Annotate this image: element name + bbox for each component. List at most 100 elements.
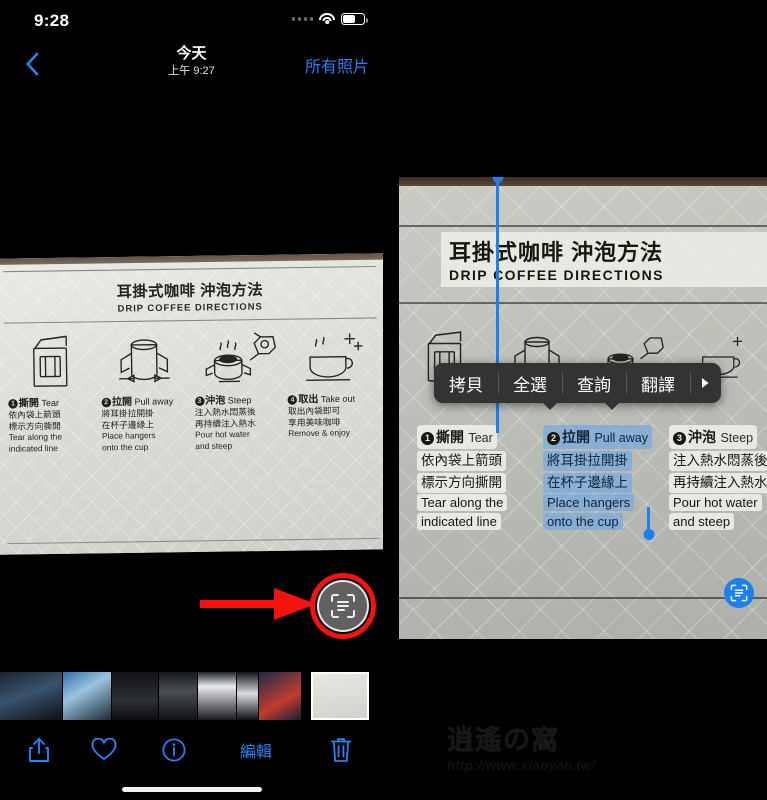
menu-tail-center <box>604 402 620 410</box>
thumb-2[interactable] <box>63 672 111 720</box>
step-head-zh-1-zoomed: 撕開 <box>436 429 464 445</box>
step-number-3-zoomed: 3 <box>673 432 686 445</box>
thumb-3[interactable] <box>112 672 158 720</box>
live-text-scan-icon <box>730 584 748 602</box>
all-photos-button[interactable]: 所有照片 <box>305 53 369 77</box>
menu-item-copy[interactable]: 拷貝 <box>434 363 498 403</box>
pull-hangers-icon <box>100 327 188 389</box>
steps-row: 1 撕開 Tear 依內袋上箭頭 標示方向撕開 Tear along the in… <box>4 325 378 455</box>
info-button[interactable] <box>145 730 203 770</box>
steps-row-zoomed: 1 撕開 Tear 依內袋上箭頭 標示方向撕開 Tear along the in… <box>417 425 767 531</box>
step-zh-2-0-zoomed: 將耳掛拉開掛 <box>543 451 632 471</box>
box-top-edge-zoomed <box>399 177 767 186</box>
info-circle-icon <box>162 738 186 762</box>
instruction-card: 耳掛式咖啡 沖泡方法 DRIP COFFEE DIRECTIONS 1 撕開 T… <box>3 265 380 548</box>
step-en-2-0-zoomed: Place hangers <box>543 494 635 511</box>
trash-icon <box>330 738 352 762</box>
step-head-en-3: Steep <box>227 394 252 406</box>
step-en-4-0: Remove & enjoy <box>288 428 350 439</box>
share-button[interactable] <box>10 730 68 770</box>
thumb-1[interactable] <box>0 672 62 720</box>
thumb-4[interactable] <box>159 672 197 720</box>
thumb-8-selected[interactable] <box>311 672 369 720</box>
divider-bottom-zoomed <box>399 597 767 599</box>
live-text-scan-button[interactable] <box>317 580 369 632</box>
screenshot-stage: 9:28 今天 上午 9:27 所有照片 耳掛式咖啡 沖泡方法 DRIP COF… <box>0 0 767 800</box>
step-head-en-1: Tear <box>41 397 60 409</box>
step-4: 4 取出 Take out 取出內袋即可 享用美味咖啡 Remove & enjo… <box>284 325 379 451</box>
status-indicators <box>291 13 368 25</box>
step-en-2-1: onto the cup <box>101 442 149 453</box>
step-en-3-1-zoomed: and steep <box>669 513 735 530</box>
photo-viewer[interactable]: 耳掛式咖啡 沖泡方法 DRIP COFFEE DIRECTIONS 1 撕開 T… <box>0 88 383 658</box>
step-2-zoomed-selected[interactable]: 2 拉開 Pull away 將耳掛拉開掛 在杯子邊緣上 Place hanger… <box>543 425 661 531</box>
heart-icon <box>91 738 117 761</box>
edit-button[interactable]: 編輯 <box>220 730 292 770</box>
step-head-en-2: Pull away <box>134 395 174 407</box>
photo-image-zoomed[interactable]: 耳掛式咖啡 沖泡方法 DRIP COFFEE DIRECTIONS 1 撕開 T… <box>399 177 767 639</box>
thumbnail-strip[interactable] <box>0 672 383 720</box>
step-head-1: 1 撕開 Tear <box>8 394 95 410</box>
divider-mid-zoomed <box>399 302 767 304</box>
photo-toolbar: 編輯 <box>0 722 383 778</box>
step-head-4: 4 取出 Take out <box>287 390 375 406</box>
watermark: 逍遙の窩 http://www.xiaoyao.tw/ <box>447 718 667 773</box>
step-number-1: 1 <box>8 399 18 409</box>
thumb-5[interactable] <box>198 672 236 720</box>
chevron-right-icon[interactable] <box>690 363 721 403</box>
step-head-1-zoomed: 1 撕開 Tear <box>417 425 497 449</box>
kettle-pour-icon <box>194 326 282 388</box>
step-en-3-1: and steep <box>195 441 233 452</box>
divider-mid <box>3 317 377 324</box>
coffee-sachet-icon <box>7 329 95 391</box>
selection-handle-knob-end[interactable] <box>643 529 654 540</box>
live-text-scan-button-active[interactable] <box>724 578 754 608</box>
text-selection-context-menu[interactable]: 拷貝 全選 查詢 翻譯 <box>434 363 721 410</box>
instruction-title: 耳掛式咖啡 沖泡方法 DRIP COFFEE DIRECTIONS <box>3 276 376 315</box>
photo-image[interactable]: 耳掛式咖啡 沖泡方法 DRIP COFFEE DIRECTIONS 1 撕開 T… <box>0 253 383 555</box>
step-head-zh-3-zoomed: 沖泡 <box>688 429 716 445</box>
step-number-1-zoomed: 1 <box>421 432 434 445</box>
phone-panel-right: 耳掛式咖啡 沖泡方法 DRIP COFFEE DIRECTIONS 1 撕開 T… <box>399 0 767 800</box>
menu-item-look-up[interactable]: 查詢 <box>562 363 626 403</box>
selection-handle-end[interactable] <box>643 507 654 540</box>
thumb-7[interactable] <box>259 672 301 720</box>
step-en-1-1-zoomed: indicated line <box>417 513 501 530</box>
divider-bottom <box>7 537 380 545</box>
step-en-2-1-zoomed: onto the cup <box>543 513 623 530</box>
red-arrow-right-icon <box>200 586 318 622</box>
step-en-1-1: indicated line <box>8 443 58 454</box>
divider-top-zoomed <box>399 225 767 227</box>
step-number-3: 3 <box>194 396 205 407</box>
navigation-bar: 今天 上午 9:27 所有照片 <box>0 40 383 88</box>
step-number-2: 2 <box>101 397 111 408</box>
favorite-button[interactable] <box>75 730 133 770</box>
step-1-zoomed[interactable]: 1 撕開 Tear 依內袋上箭頭 標示方向撕開 Tear along the in… <box>417 425 535 531</box>
status-bar: 9:28 <box>0 0 383 40</box>
step-zh-2-1-zoomed: 在杯子邊緣上 <box>543 473 632 493</box>
live-text-scan-icon <box>331 594 355 618</box>
step-en-1-0-zoomed: Tear along the <box>417 494 508 511</box>
step-3-zoomed[interactable]: 3 沖泡 Steep 注入熱水悶蒸後 再持續注入熱水 Pour hot water… <box>669 425 767 531</box>
menu-item-select-all[interactable]: 全選 <box>498 363 562 403</box>
wifi-icon <box>319 13 335 25</box>
instruction-title-zoomed: 耳掛式咖啡 沖泡方法 DRIP COFFEE DIRECTIONS <box>441 232 767 287</box>
step-head-zh-4: 取出 <box>298 393 319 406</box>
step-head-2: 2 拉開 Pull away <box>101 392 188 408</box>
step-2: 2 拉開 Pull away 將耳掛拉開掛 在杯子邊緣上 Place hanger… <box>97 327 192 453</box>
menu-item-translate[interactable]: 翻譯 <box>626 363 690 403</box>
step-zh-1-0-zoomed: 依內袋上箭頭 <box>417 451 506 471</box>
thumb-6[interactable] <box>237 672 258 720</box>
delete-button[interactable] <box>312 730 370 770</box>
battery-icon <box>341 13 368 25</box>
step-zh-3-0-zoomed: 注入熱水悶蒸後 <box>669 451 767 471</box>
step-number-4: 4 <box>287 395 298 405</box>
step-head-zh-1: 撕開 <box>18 397 39 410</box>
step-1: 1 撕開 Tear 依內袋上箭頭 標示方向撕開 Tear along the in… <box>4 329 99 455</box>
step-head-en-2-zoomed: Pull away <box>594 431 648 445</box>
step-head-zh-2-zoomed: 拉開 <box>562 429 590 445</box>
phone-panel-left: 9:28 今天 上午 9:27 所有照片 耳掛式咖啡 沖泡方法 DRIP COF… <box>0 0 383 800</box>
watermark-mark: 逍遙の窩 <box>447 725 559 755</box>
step-3: 3 沖泡 Steep 注入熱水悶蒸後 再持續注入熱水 Pour hot water… <box>190 326 285 452</box>
coffee-cup-sparkle-icon <box>287 325 375 387</box>
